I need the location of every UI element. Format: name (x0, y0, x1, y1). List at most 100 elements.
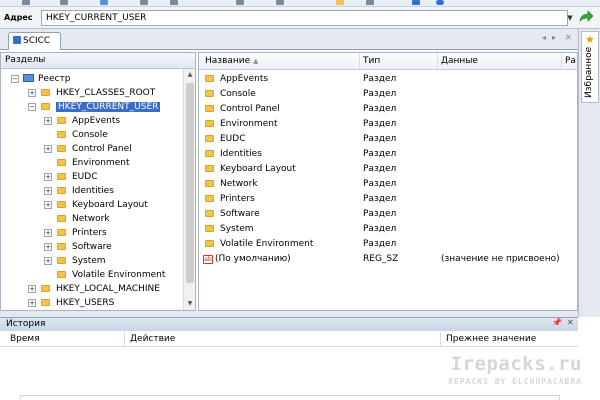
tree-node-label: Volatile Environment (72, 270, 166, 280)
column-header-previous-value[interactable]: Прежнее значение (446, 334, 536, 344)
list-item[interactable]: System Раздел (199, 222, 577, 237)
list-item[interactable]: Network Раздел (199, 177, 577, 192)
toolbar-forward-icon[interactable] (60, 0, 68, 5)
favorites-side-pane: ★ Избранное (578, 29, 600, 317)
go-arrow-icon[interactable] (578, 10, 594, 26)
list-item[interactable]: Control Panel Раздел (199, 102, 577, 117)
sort-asc-icon: ▲ (253, 57, 259, 65)
folder-icon (57, 117, 66, 124)
column-header-extra[interactable]: Ра (565, 56, 576, 66)
tree-node-label: EUDC (72, 172, 98, 182)
tree-node-label: Environment (72, 158, 130, 168)
address-input[interactable]: HKEY_CURRENT_USER (41, 10, 568, 26)
tree-node[interactable]: Environment (57, 156, 129, 170)
toolbar-export-icon[interactable] (366, 0, 374, 5)
tree-node[interactable]: + HKEY_CLASSES_ROOT (28, 86, 155, 100)
expand-icon[interactable]: + (44, 145, 52, 153)
toolbar-help-icon[interactable] (436, 0, 444, 5)
column-header-action[interactable]: Действие (130, 334, 175, 344)
expand-icon[interactable]: + (28, 285, 36, 293)
list-item[interactable]: Printers Раздел (199, 192, 577, 207)
tree-node-label: HKEY_LOCAL_MACHINE (56, 284, 160, 294)
folder-icon (41, 89, 50, 96)
expand-icon[interactable]: + (44, 243, 52, 251)
list-item-default-value[interactable]: ab (По умолчанию) REG_SZ (значение не при… (199, 252, 577, 267)
tree-node-selected[interactable]: − HKEY_CURRENT_USER (28, 100, 161, 114)
tab-scroll-right-icon[interactable]: ▸ (552, 33, 556, 42)
tree-scrollbar[interactable]: ▲ ▼ (183, 69, 195, 310)
toolbar-undo-icon[interactable] (276, 0, 284, 5)
column-header-type[interactable]: Тип (363, 56, 380, 66)
tree-node-label: Реестр (38, 74, 71, 84)
computer-icon (23, 74, 34, 82)
tree-node-label: Network (72, 214, 110, 224)
toolbar-favorites-icon[interactable] (412, 0, 420, 5)
expand-icon[interactable]: + (44, 187, 52, 195)
scroll-up-icon[interactable]: ▲ (184, 69, 196, 81)
scroll-down-icon[interactable]: ▼ (184, 298, 196, 310)
tree-node-label: HKEY_USERS (56, 298, 115, 308)
tree-node-label: Control Panel (72, 144, 132, 154)
computer-icon (13, 36, 21, 44)
tree-node[interactable]: + Keyboard Layout (44, 198, 148, 212)
address-dropdown-icon[interactable]: ▼ (565, 11, 575, 25)
tree-node[interactable]: + HKEY_USERS (28, 296, 114, 310)
folder-icon (205, 120, 214, 127)
expand-icon[interactable]: + (28, 299, 36, 307)
favorites-tab[interactable]: ★ Избранное (581, 31, 599, 103)
tree-node[interactable]: + System (44, 254, 106, 268)
list-item[interactable]: Identities Раздел (199, 147, 577, 162)
scrollbar-thumb[interactable] (186, 83, 194, 283)
tree-node-label: HKEY_CLASSES_ROOT (56, 88, 156, 98)
folder-icon (41, 299, 50, 306)
list-item[interactable]: Environment Раздел (199, 117, 577, 132)
folder-icon (205, 180, 214, 187)
list-item[interactable]: Volatile Environment Раздел (199, 237, 577, 252)
tree-node[interactable]: + EUDC (44, 170, 98, 184)
tree-node[interactable]: + Software (44, 240, 112, 254)
list-item[interactable]: AppEvents Раздел (199, 72, 577, 87)
tree-node[interactable]: Network (57, 212, 110, 226)
close-icon[interactable]: ✕ (567, 318, 574, 327)
folder-icon (57, 173, 66, 180)
column-header-name[interactable]: Название ▲ (205, 56, 258, 66)
list-header: Название ▲ Тип Данные Ра (199, 53, 577, 70)
folder-icon (41, 285, 50, 292)
folder-icon (57, 271, 66, 278)
tree-node[interactable]: + HKEY_LOCAL_MACHINE (28, 282, 160, 296)
tree-node[interactable]: Volatile Environment (57, 268, 165, 282)
toolbar-delete-icon[interactable] (236, 0, 244, 5)
tab-label: SCICC (23, 36, 51, 46)
expand-icon[interactable]: + (44, 257, 52, 265)
tree-node-root[interactable]: − Реестр (11, 72, 70, 86)
list-item[interactable]: Console Раздел (199, 87, 577, 102)
list-item[interactable]: Keyboard Layout Раздел (199, 162, 577, 177)
tree-node[interactable]: Console (57, 128, 108, 142)
toolbar-copy-icon[interactable] (140, 0, 148, 5)
tree-node-label: System (72, 256, 106, 266)
toolbar-back-icon[interactable] (22, 0, 30, 5)
list-item[interactable]: EUDC Раздел (199, 132, 577, 147)
tree-node[interactable]: + Printers (44, 226, 107, 240)
tree-node[interactable]: + Control Panel (44, 142, 132, 156)
expand-icon[interactable]: + (44, 173, 52, 181)
tab-close-icon[interactable]: ✕ (565, 33, 572, 42)
tree-node[interactable]: + Identities (44, 184, 114, 198)
toolbar-up-icon[interactable] (100, 0, 108, 5)
expand-icon[interactable]: + (28, 89, 36, 97)
expand-icon[interactable]: + (44, 117, 52, 125)
column-header-data[interactable]: Данные (441, 56, 478, 66)
pin-icon[interactable]: 📌 (552, 318, 562, 327)
tab-scicc[interactable]: SCICC (8, 32, 61, 50)
collapse-icon[interactable]: − (11, 75, 19, 83)
list-item[interactable]: Software Раздел (199, 207, 577, 222)
toolbar-paste-icon[interactable] (170, 0, 178, 5)
tab-scroll-left-icon[interactable]: ◂ (542, 33, 546, 42)
column-header-time[interactable]: Время (10, 334, 40, 344)
toolbar-find-icon[interactable] (336, 0, 344, 5)
folder-icon (57, 145, 66, 152)
expand-icon[interactable]: + (44, 201, 52, 209)
tree-node[interactable]: + AppEvents (44, 114, 120, 128)
expand-icon[interactable]: + (44, 229, 52, 237)
collapse-icon[interactable]: − (28, 103, 36, 111)
